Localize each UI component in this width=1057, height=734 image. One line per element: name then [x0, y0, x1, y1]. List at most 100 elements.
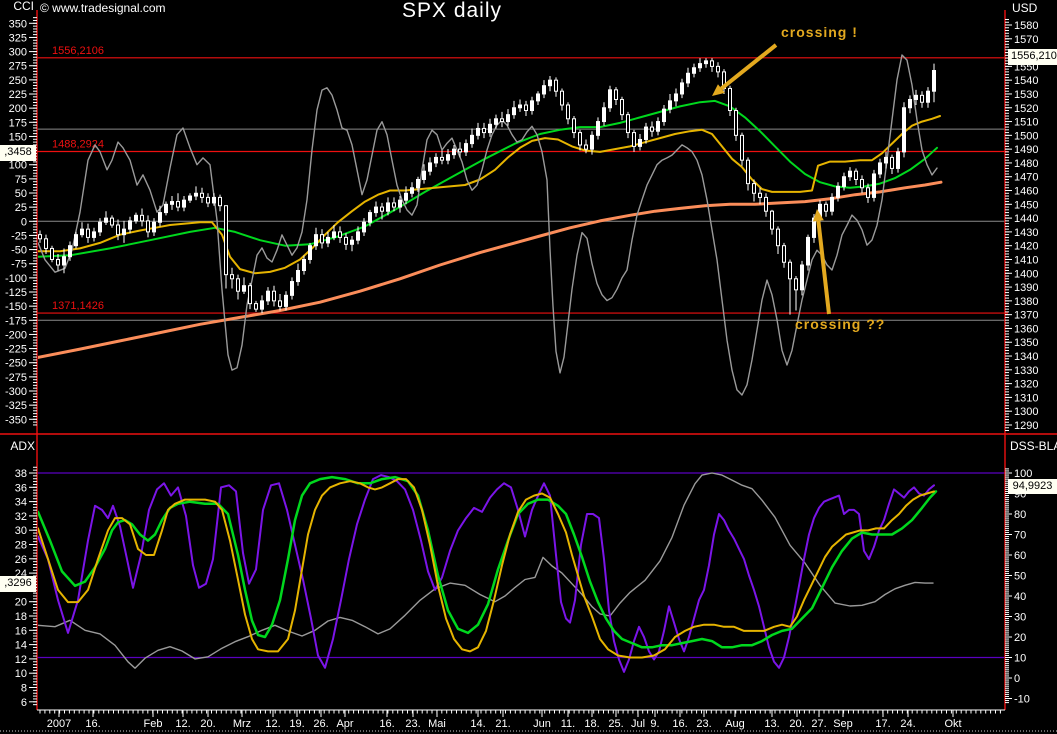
- candle-body: [747, 160, 750, 183]
- candle-body: [909, 99, 912, 107]
- candle-body: [507, 115, 510, 122]
- axis-tick-label: -150: [5, 301, 27, 313]
- axis-tick-label: 6: [21, 697, 27, 709]
- chart-canvas[interactable]: 1556,21061488,29241371,14263503253002752…: [0, 0, 1057, 734]
- candle-body: [261, 301, 264, 309]
- candle-body: [855, 171, 858, 179]
- candle-body: [789, 262, 792, 279]
- candle-body: [315, 235, 318, 246]
- candle-body: [453, 149, 456, 155]
- indicator-panel-left-axis-title: ADX: [0, 440, 35, 452]
- time-tick-label: 21.: [495, 718, 510, 730]
- candle-body: [867, 188, 870, 198]
- candle-body: [225, 206, 228, 275]
- axis-tick-label: 1340: [1014, 351, 1038, 363]
- time-tick-label: 12.: [265, 718, 280, 730]
- annotation-crossing-1[interactable]: crossing !: [781, 24, 858, 40]
- copyright-watermark: © www.tradesignal.com: [40, 2, 166, 14]
- time-tick-label: 16.: [672, 718, 687, 730]
- candle-body: [285, 295, 288, 306]
- chart-title: SPX daily: [352, 5, 552, 17]
- candle-body: [633, 133, 636, 147]
- candle-body: [759, 193, 762, 197]
- candle-body: [681, 83, 684, 94]
- time-tick-label: 14.: [470, 718, 485, 730]
- candle-body: [393, 203, 396, 207]
- candle-body: [549, 80, 552, 86]
- axis-tick-label: 1390: [1014, 282, 1038, 294]
- candle-body: [159, 213, 162, 223]
- price-level-label: 1371,1426: [52, 300, 104, 312]
- candle-body: [411, 188, 414, 194]
- time-tick-label: 2007: [47, 718, 71, 730]
- annotation-crossing-2[interactable]: crossing ??: [795, 316, 885, 332]
- candle-body: [129, 221, 132, 229]
- candle-body: [765, 197, 768, 211]
- candle-body: [81, 229, 84, 235]
- candle-body: [927, 91, 930, 102]
- candle-body: [321, 235, 324, 243]
- candle-body: [237, 279, 240, 291]
- candle-body: [345, 237, 348, 244]
- candle-body: [309, 246, 312, 260]
- time-tick-label: 18.: [584, 718, 599, 730]
- price-level-label: 1488,2924: [52, 138, 104, 150]
- last-price-badge: 1556,210: [1008, 49, 1057, 65]
- candle-body: [57, 259, 60, 265]
- axis-tick-label: 32: [15, 511, 27, 523]
- candle-body: [339, 232, 342, 238]
- indicator-panel-left-value-badge: ,3296: [0, 576, 36, 592]
- time-tick-label: 16.: [379, 718, 394, 730]
- axis-tick-label: 1530: [1014, 89, 1038, 101]
- trading-chart-window: { "header": {"copyright": "© www.tradesi…: [0, 0, 1057, 734]
- candle-body: [387, 203, 390, 211]
- axis-tick-label: 1410: [1014, 254, 1038, 266]
- axis-tick-label: -25: [11, 230, 27, 242]
- candle-body: [165, 204, 168, 212]
- candle-body: [249, 286, 252, 304]
- candle-body: [459, 149, 462, 152]
- candle-body: [825, 204, 828, 211]
- candle-body: [585, 145, 588, 149]
- candle-body: [123, 229, 126, 235]
- candle-body: [579, 133, 582, 145]
- axis-tick-label: -250: [5, 358, 27, 370]
- time-tick-label: Apr: [336, 718, 353, 730]
- candle-body: [753, 184, 756, 194]
- candle-body: [99, 222, 102, 232]
- time-tick-label: 25.: [608, 718, 623, 730]
- axis-tick-label: 36: [15, 482, 27, 494]
- annotation-arrow-shaft[interactable]: [818, 221, 829, 314]
- candle-body: [873, 174, 876, 197]
- annotation-arrow-shaft[interactable]: [721, 45, 776, 89]
- candle-body: [933, 71, 936, 92]
- candle-body: [879, 163, 882, 174]
- candle-body: [267, 291, 270, 301]
- candle-body: [693, 68, 696, 74]
- candle-body: [303, 259, 306, 270]
- candle-body: [705, 61, 708, 64]
- candle-body: [471, 135, 474, 143]
- candle-body: [255, 304, 258, 310]
- candle-body: [489, 124, 492, 132]
- candle-body: [381, 207, 384, 211]
- axis-tick-label: -300: [5, 386, 27, 398]
- candle-body: [147, 221, 150, 232]
- axis-tick-label: 1430: [1014, 227, 1038, 239]
- candle-body: [903, 108, 906, 152]
- candle-body: [357, 232, 360, 240]
- candle-body: [603, 108, 606, 122]
- axis-tick-label: -125: [5, 287, 27, 299]
- axis-tick-label: 20: [15, 597, 27, 609]
- candle-body: [405, 193, 408, 200]
- candle-body: [189, 196, 192, 200]
- time-tick-label: Okt: [944, 718, 961, 730]
- candle-body: [177, 202, 180, 208]
- axis-tick-label: -350: [5, 414, 27, 426]
- axis-tick-label: 325: [9, 32, 27, 44]
- candle-body: [783, 246, 786, 263]
- axis-tick-label: 75: [15, 174, 27, 186]
- candle-body: [495, 119, 498, 125]
- candle-body: [363, 222, 366, 232]
- axis-tick-label: -10: [1014, 694, 1030, 706]
